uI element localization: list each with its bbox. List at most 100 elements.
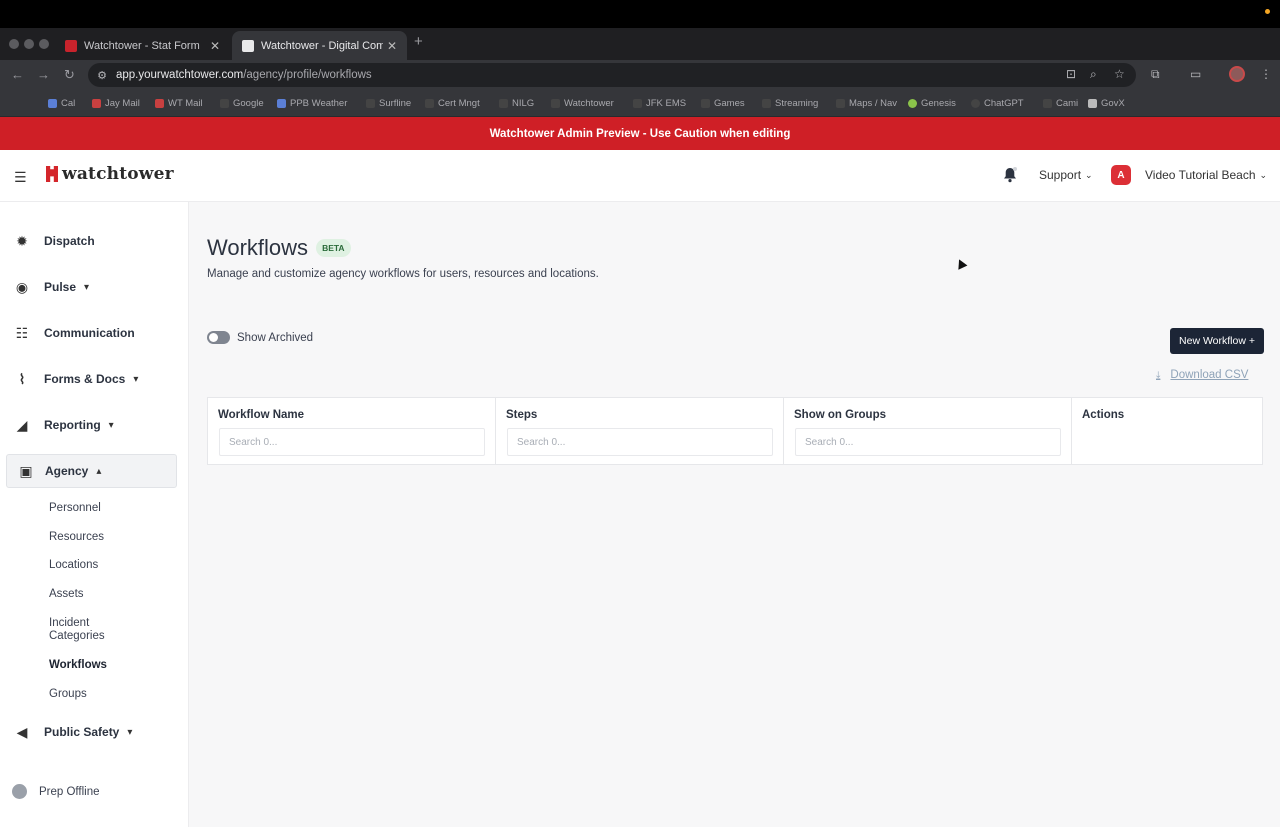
bookmark-label: Maps / Nav [849, 98, 898, 109]
tab-title: Watchtower - Digital Comma [261, 39, 383, 52]
bell-icon[interactable] [1003, 167, 1017, 183]
address-bar-row: ← → ↻ ⚙ app.yourwatchtower.com/agency/pr… [0, 60, 1280, 90]
bookmark-label: PPB Weather [290, 98, 348, 109]
show-on-groups-search-input[interactable]: Search 0... [795, 428, 1061, 456]
browser-menu-icon[interactable]: ⋮ [1260, 67, 1272, 81]
show-archived-toggle[interactable] [207, 331, 230, 344]
column-workflow-name: Workflow Name Search 0... [208, 398, 496, 464]
workflow-name-search-input[interactable]: Search 0... [219, 428, 485, 456]
sidebar-item-label: Pulse [44, 280, 77, 294]
bookmark[interactable]: Cert Mngt [425, 98, 480, 109]
sidebar-item-dispatch[interactable]: ✹ Dispatch [0, 224, 189, 258]
bookmark[interactable]: Watchtower [551, 98, 614, 109]
profile-avatar[interactable] [1229, 66, 1245, 82]
url-field[interactable]: ⚙ app.yourwatchtower.com/agency/profile/… [88, 63, 1136, 87]
bookmark[interactable]: Cal [48, 98, 75, 109]
close-icon[interactable]: ✕ [210, 39, 220, 53]
mouse-cursor-icon [954, 257, 968, 270]
sidebar: ✹ Dispatch ◉ Pulse ▾ ☷ Communication ⌇ F… [0, 202, 189, 827]
sidebar-item-public-safety[interactable]: ◀ Public Safety ▾ [0, 715, 189, 749]
back-icon[interactable]: ← [11, 67, 24, 82]
cast-icon[interactable]: ▭ [1190, 67, 1201, 81]
bookmark[interactable]: JFK EMS [633, 98, 686, 109]
browser-tab-active[interactable]: Watchtower - Digital Comma ✕ [232, 31, 408, 60]
sidebar-subitem-locations[interactable]: Locations [49, 559, 98, 572]
bookmark[interactable]: Maps / Nav [836, 98, 897, 109]
browser-tab[interactable]: Watchtower - Stat Form ✕ [55, 31, 230, 60]
bookmark[interactable]: Cami [1043, 98, 1078, 109]
forward-icon[interactable]: → [37, 67, 50, 82]
bookmark[interactable]: Games [701, 98, 745, 109]
column-header: Workflow Name [218, 409, 305, 421]
chevron-down-icon: ⌄ [1259, 169, 1268, 180]
install-icon[interactable]: ⊡ [1066, 67, 1076, 81]
account-menu[interactable]: Video Tutorial Beach ⌄ [1145, 168, 1267, 182]
chevron-up-icon: ▴ [96, 465, 102, 477]
zoom-icon[interactable]: ⌕ [1090, 67, 1097, 82]
bookmark[interactable]: PPB Weather [277, 98, 347, 109]
extensions-icon[interactable]: ⧉ [1151, 67, 1160, 82]
bookmark[interactable]: WT Mail [155, 98, 203, 109]
sidebar-item-label: Dispatch [44, 234, 95, 248]
new-tab-icon[interactable]: + [414, 33, 423, 50]
bookmark[interactable]: NILG [499, 98, 534, 109]
sidebar-subitem-incident-categories[interactable]: Incident Categories [49, 617, 119, 643]
org-logo-badge: A [1111, 165, 1131, 185]
download-icon [12, 784, 27, 799]
browser-tabbar: Watchtower - Stat Form ✕ Watchtower - Di… [0, 28, 1280, 60]
column-show-on-groups: Show on Groups Search 0... [784, 398, 1072, 464]
download-csv-link[interactable]: ⤓ Download CSV [1156, 369, 1248, 381]
sidebar-subitem-assets[interactable]: Assets [49, 588, 84, 601]
prep-offline-button[interactable]: Prep Offline [12, 784, 100, 799]
bookmark[interactable]: Surfline [366, 98, 411, 109]
chevron-down-icon: ▾ [133, 373, 139, 385]
steps-search-input[interactable]: Search 0... [507, 428, 773, 456]
support-menu[interactable]: Support ⌄ [1039, 168, 1093, 182]
os-menubar [0, 0, 1280, 28]
sidebar-subitem-resources[interactable]: Resources [49, 531, 104, 544]
sidebar-item-agency[interactable]: ▣ Agency ▴ [6, 454, 177, 488]
megaphone-icon: ◀ [16, 723, 28, 740]
minimize-window-button[interactable] [24, 39, 34, 49]
reload-icon[interactable]: ↻ [64, 67, 75, 83]
sidebar-subitem-personnel[interactable]: Personnel [49, 502, 101, 515]
sidebar-item-forms-docs[interactable]: ⌇ Forms & Docs ▾ [0, 362, 189, 396]
chevron-down-icon: ▾ [84, 281, 90, 293]
sidebar-item-reporting[interactable]: ◢ Reporting ▾ [0, 408, 189, 442]
sidebar-item-communication[interactable]: ☷ Communication [0, 316, 189, 350]
site-settings-icon[interactable]: ⚙ [88, 69, 116, 82]
download-csv-label: Download CSV [1170, 369, 1249, 381]
logo-text: watchtower [62, 164, 174, 184]
show-archived-toggle-row[interactable]: Show Archived [207, 331, 313, 344]
maximize-window-button[interactable] [39, 39, 49, 49]
column-actions: Actions [1072, 398, 1262, 464]
download-icon: ⤓ [1156, 369, 1161, 381]
url-host: app.yourwatchtower.com [116, 69, 244, 81]
bookmark[interactable]: Genesis [908, 98, 956, 109]
bookmark-label: Jay Mail [105, 98, 140, 109]
workflows-table: Workflow Name Search 0... Steps Search 0… [207, 397, 1263, 465]
pulse-icon: ◉ [15, 278, 29, 295]
url-text: app.yourwatchtower.com/agency/profile/wo… [116, 69, 372, 81]
page-title: Workflows BETA [207, 235, 351, 261]
bookmark[interactable]: GovX [1088, 98, 1125, 109]
bookmark[interactable]: ChatGPT [971, 98, 1024, 109]
watchtower-logo[interactable]: watchtower [46, 164, 174, 184]
bookmark[interactable]: Jay Mail [92, 98, 140, 109]
star-icon[interactable]: ☆ [1114, 67, 1125, 81]
sidebar-subitem-groups[interactable]: Groups [49, 688, 87, 701]
prep-offline-label: Prep Offline [39, 785, 100, 798]
bookmark-label: NILG [512, 98, 535, 109]
close-icon[interactable]: ✕ [387, 39, 397, 53]
new-workflow-button[interactable]: New Workflow + [1170, 328, 1264, 354]
bookmark[interactable]: Google [220, 98, 264, 109]
sidebar-item-label: Agency [45, 464, 89, 478]
close-window-button[interactable] [9, 39, 19, 49]
watchtower-favicon-icon [242, 39, 254, 52]
tab-title: Watchtower - Stat Form [84, 39, 200, 52]
menu-collapse-icon[interactable]: ☰ [14, 169, 27, 186]
app-header: ☰ watchtower Support ⌄ A Video Tutorial … [0, 150, 1280, 202]
bookmark[interactable]: Streaming [762, 98, 818, 109]
sidebar-item-pulse[interactable]: ◉ Pulse ▾ [0, 270, 189, 304]
sidebar-subitem-workflows[interactable]: Workflows [49, 659, 107, 672]
